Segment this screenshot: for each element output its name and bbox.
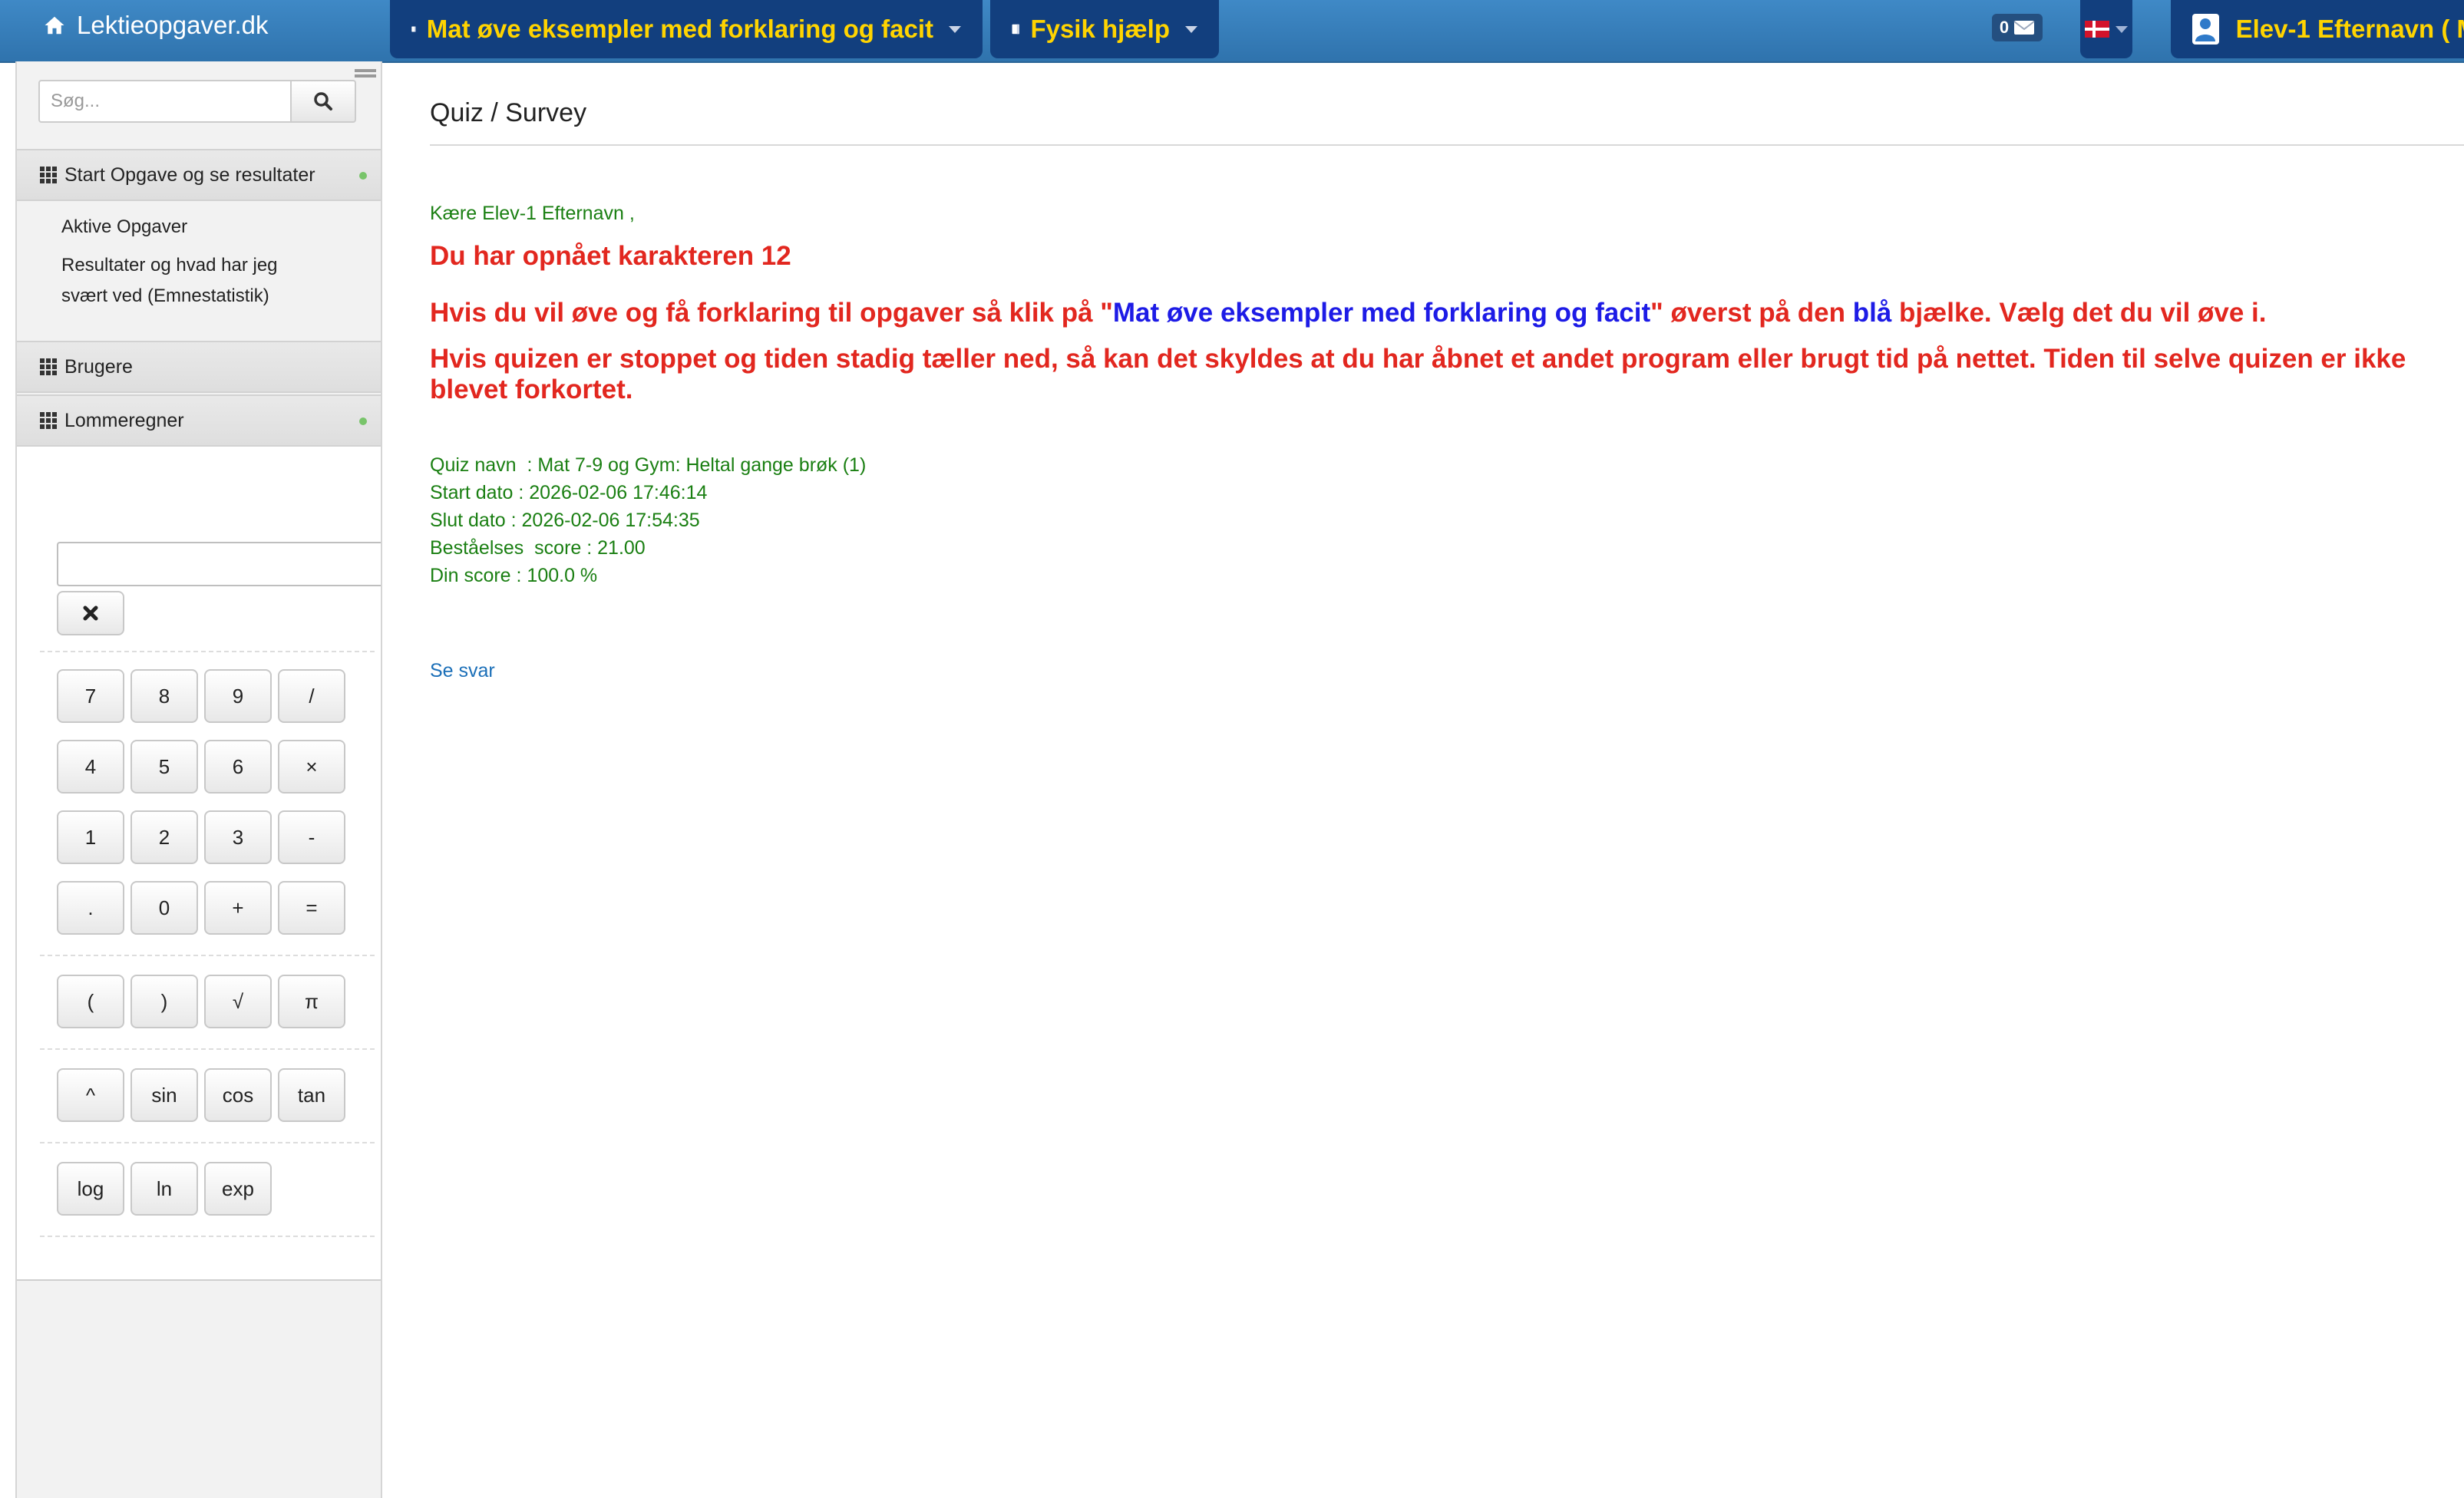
see-answers-link[interactable]: Se svar	[430, 660, 495, 682]
search-icon	[314, 92, 332, 111]
grid-icon	[40, 412, 57, 429]
calc-key[interactable]: 6	[204, 740, 272, 794]
calc-key[interactable]: 8	[130, 669, 198, 723]
grid-icon	[40, 358, 57, 375]
status-dot	[359, 172, 367, 180]
end-date: Slut dato : 2026-02-06 17:54:35	[430, 510, 700, 531]
calc-key[interactable]: exp	[204, 1162, 272, 1216]
message-count: 0	[1999, 18, 2010, 37]
hint-text: " øverst på den	[1650, 298, 1853, 328]
calc-key[interactable]: √	[204, 975, 272, 1028]
status-dot	[359, 417, 367, 425]
divider	[40, 1236, 375, 1237]
document-icon	[1012, 24, 1019, 35]
sidebar: Start Opgave og se resultater Aktive Opg…	[15, 61, 382, 1498]
sidebar-search	[38, 80, 356, 123]
quiz-name: Quiz navn : Mat 7-9 og Gym: Heltal gange…	[430, 454, 867, 476]
sidebar-section-start[interactable]: Start Opgave og se resultater	[17, 149, 381, 201]
calc-key[interactable]: 2	[130, 810, 198, 864]
menu-fysik-button[interactable]: Fysik hjælp	[990, 0, 1219, 58]
sidebar-item-aktive-opgaver[interactable]: Aktive Opgaver	[61, 212, 368, 243]
timer-hint: Hvis quizen er stoppet og tiden stadig t…	[430, 344, 2406, 404]
chevron-down-icon	[1185, 25, 1197, 33]
calculator-display[interactable]	[57, 542, 381, 586]
menu-mat-button[interactable]: Mat øve eksempler med forklaring og faci…	[390, 0, 983, 58]
calc-key[interactable]: ^	[57, 1068, 124, 1122]
sidebar-section-brugere[interactable]: Brugere	[17, 341, 381, 393]
danish-flag-icon	[2085, 21, 2109, 38]
hint-text: Hvis du vil øve og få forklaring til opg…	[430, 298, 1113, 328]
calculator: 7 8 9 / 4 5 6 × 1 2 3 - . 0 + = ( ) √ π …	[17, 447, 381, 1281]
menu-fysik-label: Fysik hjælp	[1030, 15, 1170, 43]
calc-key[interactable]: 3	[204, 810, 272, 864]
divider	[430, 144, 2464, 146]
sidebar-section-label: Start Opgave og se resultater	[64, 163, 315, 186]
home-icon	[45, 16, 64, 35]
calc-key[interactable]: 9	[204, 669, 272, 723]
brand-name: Lektieopgaver.dk	[77, 11, 269, 39]
page-title: Quiz / Survey	[430, 98, 587, 127]
chevron-down-icon	[949, 25, 961, 33]
sidebar-item-label: Resultater og hvad har jeg	[61, 255, 278, 276]
sidebar-section-lommeregner[interactable]: Lommeregner	[17, 394, 381, 447]
your-score: Din score : 100.0 %	[430, 565, 598, 586]
practice-hint: Hvis du vil øve og få forklaring til opg…	[430, 298, 2267, 328]
user-avatar-icon	[2192, 14, 2219, 45]
calc-key[interactable]: 4	[57, 740, 124, 794]
grid-icon	[40, 167, 57, 183]
calc-key[interactable]: ln	[130, 1162, 198, 1216]
sidebar-section-label: Brugere	[64, 355, 133, 378]
calc-key[interactable]: )	[130, 975, 198, 1028]
close-icon	[83, 605, 98, 621]
calc-key[interactable]: ×	[278, 740, 345, 794]
envelope-icon	[2013, 21, 2035, 35]
divider	[40, 651, 375, 652]
calc-key[interactable]: /	[278, 669, 345, 723]
quiz-info: Quiz navn : Mat 7-9 og Gym: Heltal gange…	[430, 451, 866, 589]
user-name: Elev-1 Efternavn ( M	[2235, 15, 2464, 43]
start-date: Start dato : 2026-02-06 17:46:14	[430, 482, 708, 503]
calc-key[interactable]: 5	[130, 740, 198, 794]
calc-key[interactable]: π	[278, 975, 345, 1028]
sidebar-section-label: Lommeregner	[64, 409, 184, 431]
sidebar-subitems: Aktive Opgaver Resultater og hvad har je…	[61, 212, 368, 312]
calc-key[interactable]: tan	[278, 1068, 345, 1122]
calc-key[interactable]: +	[204, 881, 272, 935]
hint-text: bjælke. Vælg det du vil øve i.	[1891, 298, 2267, 328]
greeting-text: Kære Elev-1 Efternavn ,	[430, 203, 635, 224]
sidebar-item-label: svært ved (Emnestatistik)	[61, 285, 269, 306]
calc-key[interactable]: 0	[130, 881, 198, 935]
language-button[interactable]	[2080, 0, 2132, 58]
sidebar-collapse-icon[interactable]	[355, 69, 376, 81]
divider	[40, 1048, 375, 1050]
calc-key[interactable]: =	[278, 881, 345, 935]
brand-link[interactable]: Lektieopgaver.dk	[43, 0, 269, 51]
messages-button[interactable]: 0	[1992, 14, 2043, 41]
hint-menu-name: Mat øve eksempler med forklaring og faci…	[1112, 298, 1651, 328]
calculator-clear-button[interactable]	[57, 591, 124, 635]
hint-blue-word: blå	[1852, 298, 1892, 328]
calc-key[interactable]: log	[57, 1162, 124, 1216]
sidebar-item-resultater[interactable]: Resultater og hvad har jeg svært ved (Em…	[61, 250, 368, 312]
document-icon	[411, 26, 416, 32]
divider	[40, 1142, 375, 1143]
calc-key[interactable]: sin	[130, 1068, 198, 1122]
grade-text: Du har opnået karakteren 12	[430, 241, 791, 271]
chevron-down-icon	[2116, 25, 2128, 33]
calc-key[interactable]: (	[57, 975, 124, 1028]
calc-key[interactable]: 1	[57, 810, 124, 864]
calc-key[interactable]: .	[57, 881, 124, 935]
menu-mat-label: Mat øve eksempler med forklaring og faci…	[426, 15, 933, 43]
user-menu-button[interactable]: Elev-1 Efternavn ( M	[2171, 0, 2464, 58]
pass-score: Beståelses score : 21.00	[430, 537, 646, 559]
divider	[40, 955, 375, 956]
top-navbar: Lektieopgaver.dk Mat øve eksempler med f…	[0, 0, 2464, 63]
calc-key[interactable]: 7	[57, 669, 124, 723]
search-button[interactable]	[292, 80, 356, 123]
search-input[interactable]	[38, 80, 292, 123]
calc-key[interactable]: -	[278, 810, 345, 864]
calc-key[interactable]: cos	[204, 1068, 272, 1122]
